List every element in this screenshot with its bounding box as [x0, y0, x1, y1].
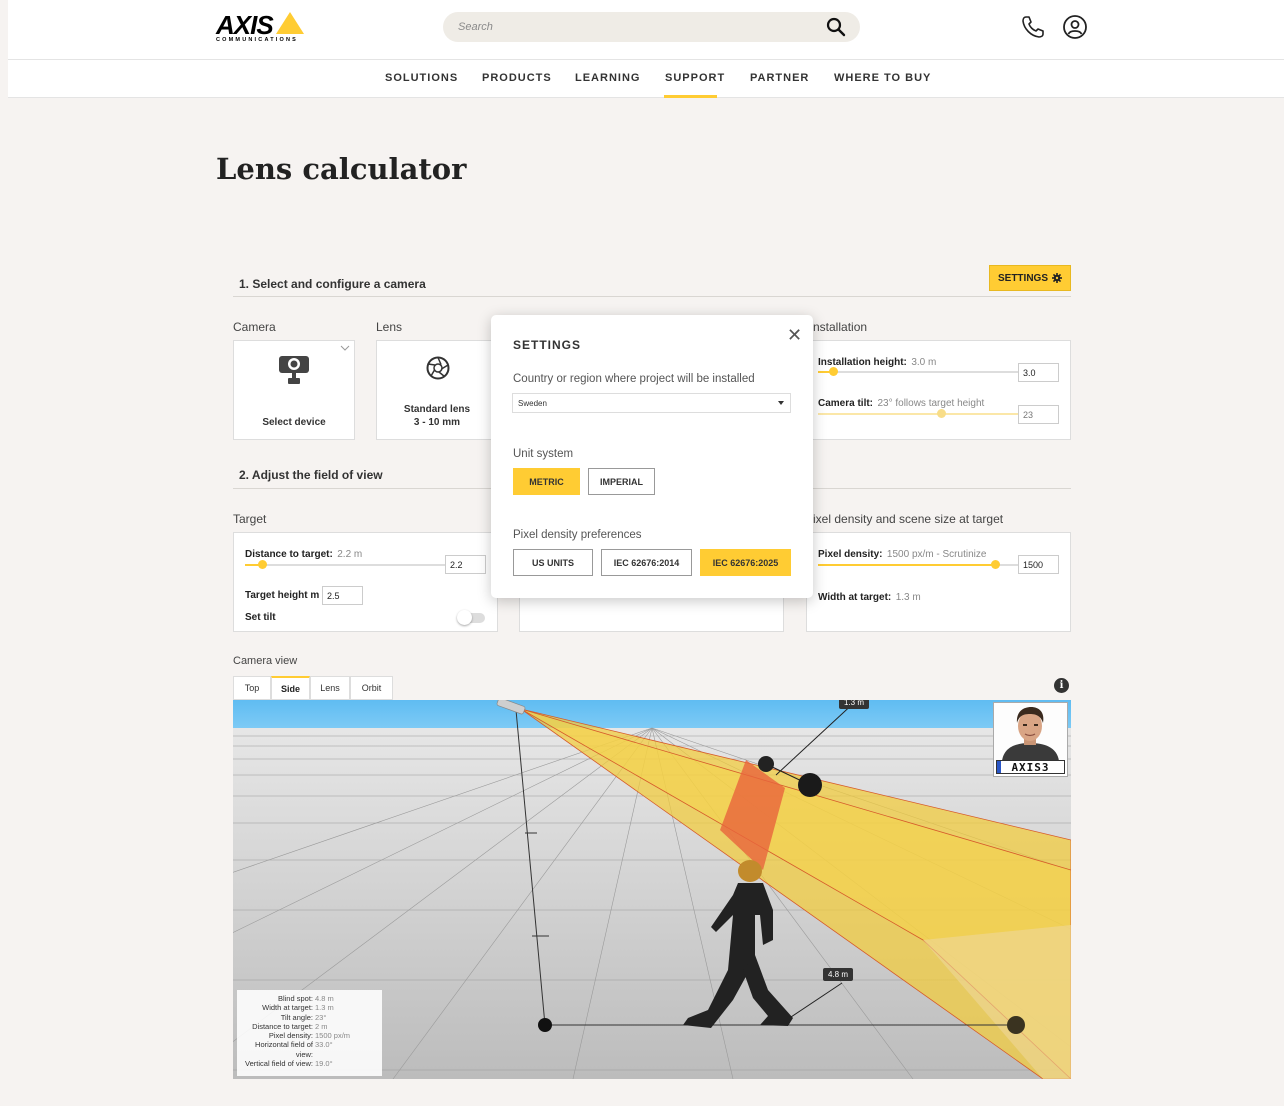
pixel-density-slider-fill — [818, 564, 996, 566]
metric-button[interactable]: METRIC — [513, 468, 580, 495]
axis-logo[interactable]: AXIS COMMUNICATIONS — [216, 10, 316, 46]
nav-products[interactable]: PRODUCTS — [482, 72, 552, 84]
dimension-tag-blind-spot: 4.8 m — [823, 968, 854, 981]
set-tilt-toggle[interactable] — [457, 610, 485, 625]
tab-top[interactable]: Top — [233, 676, 271, 700]
logo-triangle-icon — [276, 12, 304, 34]
width-at-target-label: Width at target: — [818, 592, 892, 603]
target-card: Distance to target: 2.2 m 2.2 Target hei… — [233, 532, 498, 632]
aperture-icon — [426, 356, 450, 380]
info-icon[interactable]: i — [1054, 678, 1069, 693]
installation-card: Installation height: 3.0 m 3.0 Camera ti… — [806, 340, 1071, 440]
nav-solutions[interactable]: SOLUTIONS — [385, 72, 458, 84]
nav-partner[interactable]: PARTNER — [750, 72, 809, 84]
settings-button[interactable]: SETTINGS — [989, 265, 1071, 291]
face-preview-icon — [994, 703, 1067, 761]
lens-select-card[interactable]: Standard lens 3 - 10 mm — [376, 340, 498, 440]
set-tilt-toggle-knob — [457, 610, 472, 625]
country-select[interactable]: Sweden — [512, 393, 791, 413]
phone-icon[interactable] — [1020, 14, 1046, 40]
search-placeholder: Search — [458, 21, 493, 33]
lens-name: Standard lens — [403, 404, 471, 415]
modal-title: SETTINGS — [513, 338, 582, 352]
distance-slider-knob[interactable] — [258, 560, 267, 569]
nav-support[interactable]: SUPPORT — [665, 72, 725, 84]
pixel-density-section-label: ixel density and scene size at target — [813, 512, 1004, 526]
camera-tilt-label: Camera tilt: — [818, 398, 874, 409]
pixel-density-input[interactable]: 1500 — [1018, 555, 1059, 574]
us-units-button[interactable]: US UNITS — [513, 549, 593, 576]
distance-input[interactable]: 2.2 — [445, 555, 486, 574]
section-1-title: 1. Select and configure a camera — [239, 277, 426, 291]
nav-active-indicator — [664, 95, 717, 98]
search-bar[interactable]: Search — [443, 12, 860, 42]
iec-2025-button[interactable]: IEC 62676:2025 — [700, 549, 791, 576]
distance-label: Distance to target: — [245, 549, 333, 560]
pixel-density-label: Pixel density: — [818, 549, 883, 560]
target-height-label: Target height m — [245, 590, 320, 601]
eu-flag-icon — [997, 761, 1001, 773]
tab-lens[interactable]: Lens — [310, 676, 350, 700]
pixel-density-value: 1500 px/m - Scrutinize — [886, 549, 987, 560]
stat-row: Pixel density: 1500 px/m — [268, 1031, 351, 1041]
main-nav: SOLUTIONS PRODUCTS LEARNING SUPPORT PART… — [8, 60, 1284, 98]
dimension-tag-width: 1.3 m — [839, 700, 870, 709]
gear-icon — [1052, 273, 1062, 283]
distance-slider[interactable] — [245, 564, 445, 566]
tab-orbit[interactable]: Orbit — [350, 676, 393, 700]
iec-2014-button[interactable]: IEC 62676:2014 — [601, 549, 692, 576]
top-bar: AXIS COMMUNICATIONS Search — [8, 0, 1284, 60]
target-preview: AXIS3 — [993, 702, 1068, 777]
license-plate: AXIS3 — [996, 760, 1065, 774]
set-tilt-label: Set tilt — [245, 612, 276, 623]
installation-height-value: 3.0 m — [911, 357, 937, 368]
camera-tilt-slider[interactable] — [818, 413, 1018, 415]
tab-side[interactable]: Side — [271, 676, 310, 700]
pixel-density-pref-label: Pixel density preferences — [513, 529, 642, 541]
close-icon[interactable]: ✕ — [787, 325, 802, 346]
nav-learning[interactable]: LEARNING — [575, 72, 640, 84]
stat-row: Vertical field of view: 19.0° — [245, 1059, 333, 1069]
pixel-density-card: Pixel density: 1500 px/m - Scrutinize 15… — [806, 532, 1071, 632]
section-2-title: 2. Adjust the field of view — [239, 468, 383, 482]
section-1-divider — [233, 296, 1071, 297]
camera-3d-viewport[interactable]: 1.3 m 4.8 m AXIS3 Blind spot: 4.8 m Width… — [233, 700, 1071, 1079]
dropdown-caret-icon — [778, 401, 784, 405]
camera-tilt-slider-knob[interactable] — [937, 409, 946, 418]
camera-label: Camera — [233, 320, 276, 334]
pixel-density-slider-knob[interactable] — [991, 560, 1000, 569]
stat-row: Distance to target: 2 m — [252, 1021, 328, 1031]
camera-view-label: Camera view — [233, 655, 298, 667]
stat-row: Width at target: 1.3 m — [262, 1003, 334, 1013]
distance-value: 2.2 m — [337, 549, 363, 560]
installation-height-input[interactable]: 3.0 — [1018, 363, 1059, 382]
page-title: Lens calculator — [216, 152, 467, 186]
installation-height-slider[interactable] — [818, 371, 1018, 373]
unit-system-label: Unit system — [513, 448, 574, 460]
imperial-button[interactable]: IMPERIAL — [588, 468, 655, 495]
country-label: Country or region where project will be … — [513, 373, 755, 385]
search-icon[interactable] — [826, 17, 846, 37]
target-label: Target — [233, 512, 267, 526]
stat-row: Tilt angle: 23° — [280, 1012, 327, 1022]
lens-label: Lens — [376, 320, 403, 334]
camera-stats-panel: Blind spot: 4.8 m Width at target: 1.3 m T… — [237, 990, 382, 1076]
camera-tilt-input[interactable]: 23 — [1018, 405, 1059, 424]
nav-where-to-buy[interactable]: WHERE TO BUY — [834, 72, 931, 84]
stat-row: Horizontal field of view: 33.0° — [255, 1040, 333, 1059]
chevron-down-icon[interactable] — [340, 345, 350, 352]
installation-height-slider-knob[interactable] — [829, 367, 838, 376]
installation-label: nstallation — [813, 320, 868, 334]
user-account-icon[interactable] — [1062, 14, 1088, 40]
settings-modal: SETTINGS ✕ Country or region where proje… — [491, 315, 813, 598]
select-device-text: Select device — [262, 417, 326, 428]
camera-tilt-value: 23° follows target height — [877, 398, 985, 409]
camera-select-card[interactable]: Select device — [233, 340, 355, 440]
width-at-target-value: 1.3 m — [895, 592, 921, 603]
stat-row: Blind spot: 4.8 m — [277, 994, 334, 1003]
lens-range: 3 - 10 mm — [413, 417, 461, 428]
camera-device-icon — [279, 356, 309, 384]
target-height-input[interactable]: 2.5 — [322, 586, 363, 605]
